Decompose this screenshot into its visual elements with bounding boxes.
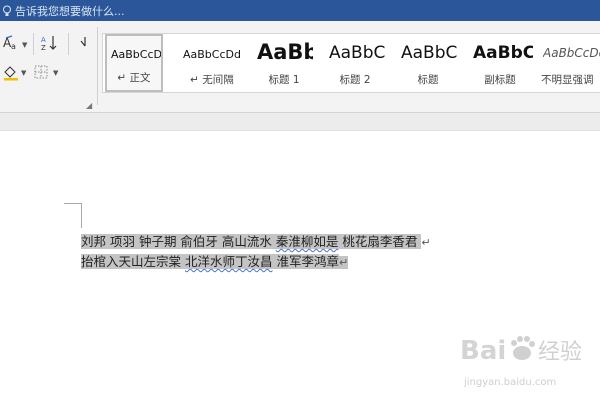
selected-text: 抬棺入天山左宗棠	[81, 254, 185, 269]
selected-text: 桃花扇李香君	[338, 234, 422, 249]
style-subtle-emphasis[interactable]: AaBbCcDd 不明显强调	[539, 34, 600, 92]
style-preview: AaBbC	[329, 43, 385, 63]
selected-text: 刘邦 项羽 钟子期 俞伯牙 高山流水	[81, 234, 276, 249]
style-label: 标题	[417, 74, 439, 86]
lightbulb-icon	[2, 5, 12, 17]
misspelled-text: 北洋水师丁汝昌	[184, 254, 273, 269]
document-line-1[interactable]: 刘邦 项羽 钟子期 俞伯牙 高山流水 秦淮柳如是 桃花扇李香君 ↵	[81, 232, 431, 251]
style-preview: AaBbCcDd	[111, 48, 162, 61]
document-line-2[interactable]: 抬棺入天山左宗棠 北洋水师丁汝昌 淮军李鸿章↵	[81, 252, 349, 271]
word-window: { "tell_me": { "text": "告诉我您想要做什么..." },…	[0, 0, 600, 400]
shading-dropdown[interactable]: ▼	[21, 69, 26, 77]
style-preview: AaBbCcDd	[543, 46, 600, 60]
svg-text:A: A	[41, 36, 46, 44]
group-divider	[97, 27, 98, 105]
watermark-logo: Bai 经验 jingyan.baidu.com	[452, 325, 600, 400]
style-heading-1[interactable]: AaBb 标题 1	[251, 34, 317, 92]
shading-icon[interactable]	[2, 63, 20, 81]
borders-dropdown[interactable]: ▼	[53, 69, 58, 77]
svg-text:经验: 经验	[538, 340, 582, 365]
show-marks-icon[interactable]	[74, 33, 90, 51]
style-label: 副标题	[484, 74, 516, 86]
selected-text: 淮军李鸿章	[272, 254, 339, 269]
style-normal[interactable]: AaBbCcDd ↵ 正文	[105, 34, 163, 92]
svg-text:Z: Z	[41, 44, 46, 52]
style-label: 标题 1	[268, 74, 300, 86]
watermark-url: jingyan.baidu.com	[463, 377, 556, 388]
margin-corner-mark	[81, 203, 82, 228]
divider	[33, 33, 34, 55]
change-case-dropdown[interactable]: ▼	[22, 41, 27, 49]
margin-corner-mark	[64, 203, 81, 204]
style-heading-2[interactable]: AaBbC 标题 2	[323, 34, 387, 92]
paragraph-launcher-icon[interactable]: ◢	[86, 101, 92, 110]
ruler-strip	[0, 113, 600, 131]
style-preview: AaBbCcDd	[183, 48, 241, 61]
borders-icon[interactable]	[33, 64, 49, 80]
styles-gallery: AaBbCcDd ↵ 正文 AaBbCcDd ↵ 无间隔 AaBb 标题 1 A…	[102, 33, 600, 93]
style-preview: AaBbC	[473, 43, 533, 63]
style-label: ↵ 正文	[117, 72, 151, 84]
style-label: ↵ 无间隔	[190, 74, 234, 86]
divider	[68, 33, 69, 55]
sort-icon[interactable]: AZ	[40, 33, 60, 53]
svg-text:a: a	[11, 42, 16, 51]
tell-me-text: 告诉我您想要做什么...	[15, 4, 125, 18]
tell-me-bar[interactable]: 告诉我您想要做什么...	[0, 0, 600, 21]
style-title[interactable]: AaBbC 标题	[395, 34, 461, 92]
paragraph-mark: ↵	[421, 236, 431, 249]
paragraph-tools: Aa ▼ AZ ▼ ▼	[0, 21, 100, 113]
style-preview: AaBb	[257, 40, 313, 64]
style-subtitle[interactable]: AaBbC 副标题	[467, 34, 533, 92]
style-no-spacing[interactable]: AaBbCcDd ↵ 无间隔	[177, 34, 247, 92]
style-label: 不明显强调	[541, 74, 594, 86]
ribbon-home: Aa ▼ AZ ▼ ▼ ◢ AaBbCcDd	[0, 21, 600, 113]
paragraph-mark: ↵	[338, 256, 349, 269]
misspelled-text: 秦淮柳如是	[275, 234, 339, 249]
svg-text:Bai: Bai	[460, 336, 506, 366]
change-case-icon[interactable]: Aa	[2, 34, 22, 52]
style-label: 标题 2	[339, 74, 371, 86]
style-preview: AaBbC	[401, 43, 458, 63]
